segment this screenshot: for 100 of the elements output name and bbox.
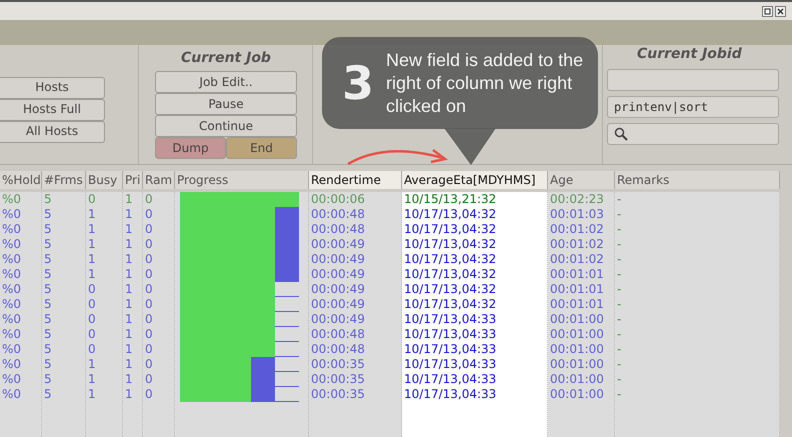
end-button[interactable]: End <box>226 137 297 159</box>
table-cell-text: 5 <box>43 327 53 342</box>
table-cell-text: %0 <box>1 222 22 237</box>
table-cell-text: 5 <box>43 357 53 372</box>
host-button[interactable]: All Hosts <box>0 120 105 142</box>
table-cell-text: 00:00:06 <box>310 192 366 207</box>
column-header[interactable]: AverageEta[MDYHMS] <box>402 171 548 189</box>
table-cell-text: 0 <box>144 222 154 237</box>
table-cell-text: 0 <box>144 267 154 282</box>
table-cell-text: 5 <box>43 387 53 402</box>
table-cell-text: 00:00:48 <box>310 327 366 342</box>
table-cell-text: - <box>616 342 622 357</box>
table-cell-text: 10/17/13,04:32 <box>403 267 498 282</box>
job-button[interactable]: Job Edit.. <box>155 71 297 93</box>
section-title: Current Job <box>180 49 272 67</box>
column-header[interactable]: Remarks <box>615 171 780 189</box>
table-cell-text: %0 <box>1 192 22 207</box>
table-cell-text: - <box>616 387 622 402</box>
table-cell-text: - <box>616 312 622 327</box>
table-cell-text: 00:01:02 <box>549 237 605 252</box>
table-cell-text: 00:01:00 <box>549 312 605 327</box>
table-cell-text: 00:01:01 <box>549 282 605 297</box>
table-cell-text: 0 <box>144 252 154 267</box>
text-field[interactable]: printenv|sort <box>607 96 779 118</box>
table-cell-text: 00:00:35 <box>310 357 366 372</box>
step-number: 3 <box>342 60 374 106</box>
table-cell-text: 00:00:48 <box>310 342 366 357</box>
table-cell-text: 0 <box>144 372 154 387</box>
column-header[interactable]: Busy <box>86 171 123 189</box>
table-cell-text: 5 <box>43 237 53 252</box>
job-button[interactable]: Pause <box>155 93 297 115</box>
table-cell-text: %0 <box>1 327 22 342</box>
table-cell-text: 10/17/13,04:33 <box>403 342 498 357</box>
table-cell-text: %0 <box>1 267 22 282</box>
table-cell-text: 10/15/13,21:32 <box>403 192 498 207</box>
table-cell-text: 0 <box>144 312 154 327</box>
table-cell-text: 1 <box>124 252 134 267</box>
table-cell-text: 1 <box>87 252 97 267</box>
column-header[interactable]: Age <box>548 171 615 189</box>
table-cell-text: 1 <box>124 372 134 387</box>
restore-button[interactable] <box>762 6 773 16</box>
table-cell-text: - <box>616 252 622 267</box>
table-cell-text: - <box>616 267 622 282</box>
table-cell-text: - <box>616 282 622 297</box>
table-cell-text: %0 <box>1 342 22 357</box>
table-cell-text: 1 <box>87 237 97 252</box>
table-cell-text: 0 <box>87 297 97 312</box>
table-cell-text: 5 <box>43 252 53 267</box>
host-button[interactable]: Hosts Full <box>0 98 105 120</box>
table-cell-text: - <box>616 237 622 252</box>
table-cell-text: 0 <box>144 387 154 402</box>
table-cell-text: - <box>616 222 622 237</box>
job-button[interactable]: Continue <box>155 115 297 137</box>
dump-button[interactable]: Dump <box>155 137 226 159</box>
column-header[interactable]: Ram <box>143 171 175 189</box>
close-button[interactable] <box>775 6 786 16</box>
table-cell-text: 0 <box>144 327 154 342</box>
table-cell-text: 5 <box>43 267 53 282</box>
table-cell-text: 10/17/13,04:33 <box>403 372 498 387</box>
table-cell-text: 1 <box>87 372 97 387</box>
table-cell-text: 1 <box>87 387 97 402</box>
table-cell-text: %0 <box>1 387 22 402</box>
table-cell-text: 00:01:00 <box>549 387 605 402</box>
table-cell-text: 1 <box>87 207 97 222</box>
table-cell-text: 10/17/13,04:33 <box>403 312 498 327</box>
table-cell-text: 00:01:00 <box>549 342 605 357</box>
table-cell-text: 00:02:23 <box>549 192 605 207</box>
table-cell-text: 0 <box>87 342 97 357</box>
table-cell-text: 0 <box>87 282 97 297</box>
table-cell-text: 5 <box>43 207 53 222</box>
table-cell-text: %0 <box>1 207 22 222</box>
table-cell-text: 00:00:49 <box>310 282 366 297</box>
host-button[interactable]: Hosts <box>0 76 105 98</box>
table-cell-text: 10/17/13,04:32 <box>403 222 498 237</box>
column-header[interactable]: %Hold <box>0 171 42 189</box>
text-field[interactable] <box>607 69 779 91</box>
column-header[interactable]: #Frms <box>42 171 86 189</box>
table-cell-text: 00:01:00 <box>549 327 605 342</box>
table-cell-text: 1 <box>124 207 134 222</box>
table-cell-text: 1 <box>124 357 134 372</box>
table-cell-text: 00:01:02 <box>549 222 605 237</box>
table-cell-text: 1 <box>124 387 134 402</box>
table-cell-text: 00:00:49 <box>310 267 366 282</box>
column-header[interactable]: Progress <box>175 171 309 189</box>
section-title: Current Jobid <box>637 45 743 63</box>
table-cell-text: 5 <box>43 282 53 297</box>
table-cell-text: 1 <box>87 357 97 372</box>
table-cell-text: 10/17/13,04:32 <box>403 282 498 297</box>
table-cell-text: 10/17/13,04:32 <box>403 237 498 252</box>
table-cell-text: %0 <box>1 237 22 252</box>
table-cell-text: 00:01:01 <box>549 297 605 312</box>
column-header[interactable]: Rendertime <box>309 171 402 189</box>
table-cell-text: 5 <box>43 372 53 387</box>
table-cell-text: - <box>616 372 622 387</box>
table-cell-text: 0 <box>144 237 154 252</box>
search-field[interactable] <box>607 123 779 145</box>
table-cell-text: 1 <box>87 267 97 282</box>
table-cell-text: 10/17/13,04:33 <box>403 387 498 402</box>
column-header[interactable]: Pri <box>123 171 143 189</box>
table-cell-text: 00:01:03 <box>549 207 605 222</box>
